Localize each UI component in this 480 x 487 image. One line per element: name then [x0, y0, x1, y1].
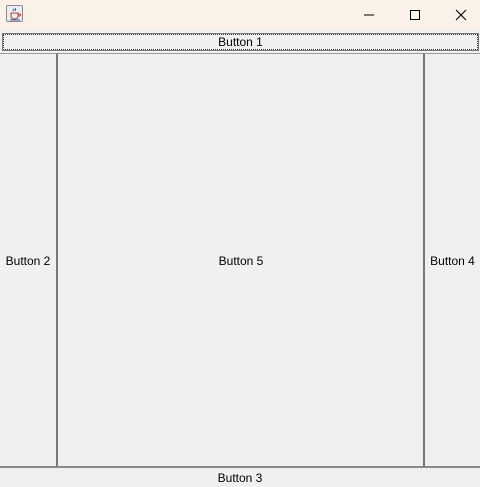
button-3-label: Button 3	[217, 470, 263, 485]
button-2-label: Button 2	[5, 253, 51, 268]
maximize-button[interactable]	[392, 0, 438, 30]
app-window: Button 1 Button 2 Button 5 Button 4 Butt…	[0, 0, 480, 487]
button-3-south[interactable]: Button 3	[0, 466, 480, 487]
close-icon	[455, 9, 467, 21]
minimize-icon	[364, 14, 374, 16]
minimize-button[interactable]	[346, 0, 392, 30]
java-cup-icon[interactable]	[6, 5, 23, 22]
close-button[interactable]	[438, 0, 480, 30]
button-4-label: Button 4	[430, 253, 475, 268]
button-1-label: Button 1	[218, 35, 263, 49]
button-2-west[interactable]: Button 2	[0, 53, 58, 467]
button-5-label: Button 5	[218, 253, 264, 268]
button-4-east[interactable]: Button 4	[423, 53, 480, 467]
maximize-icon	[410, 10, 420, 20]
button-1-north[interactable]: Button 1	[2, 33, 479, 51]
title-bar[interactable]	[0, 0, 480, 30]
button-5-center[interactable]: Button 5	[58, 53, 424, 467]
